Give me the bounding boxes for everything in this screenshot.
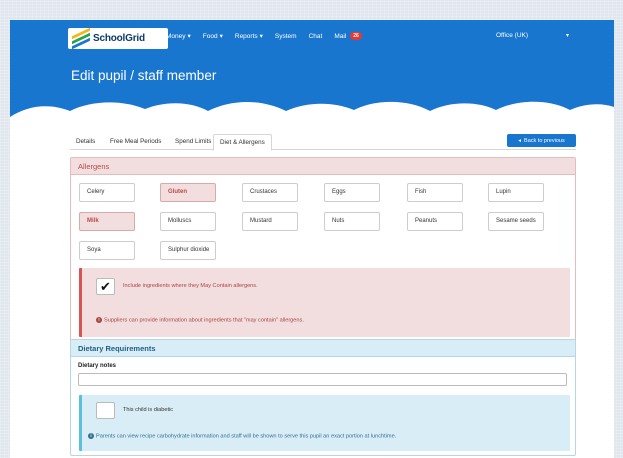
nav-mail-label: Mail [334, 32, 347, 40]
top-navbar: SchoolGrid Money ▾ Food ▾ Reports ▾ Syst… [10, 20, 614, 54]
allergen-celery[interactable]: Celery [79, 183, 135, 202]
allergen-milk[interactable]: Milk [79, 212, 135, 231]
nav-food[interactable]: Food ▾ [202, 32, 223, 41]
diabetic-info-alert: This child is diabetic i Parents can view… [79, 395, 570, 451]
allergen-lupin[interactable]: Lupin [488, 183, 544, 202]
office-selector[interactable]: Office (UK) [496, 32, 528, 39]
allergen-sulphur-dioxide[interactable]: Sulphur dioxide [160, 241, 216, 260]
caret-down-icon: ▾ [259, 33, 263, 40]
allergen-mustard[interactable]: Mustard [242, 212, 298, 231]
cloud-edge-decoration [10, 101, 614, 125]
exclamation-circle-icon: ! [96, 317, 102, 323]
tab-details[interactable]: Details [70, 134, 101, 150]
allergen-nuts[interactable]: Nuts [324, 212, 380, 231]
may-contain-label: Include ingredients where they May Conta… [123, 283, 258, 289]
allergen-peanuts[interactable]: Peanuts [407, 212, 463, 231]
office-caret-icon[interactable]: ▾ [566, 32, 569, 39]
dietary-panel-title: Dietary Requirements [71, 340, 575, 357]
may-contain-checkbox[interactable]: ✔ [96, 278, 115, 295]
allergens-panel: Allergens Celery Gluten Crustaces Eggs F… [70, 157, 576, 347]
nav-money[interactable]: Money ▾ [166, 32, 191, 41]
suppliers-info-text: ! Suppliers can provide information about… [96, 317, 304, 323]
tab-bar: Details Free Meal Periods Spend Limits D… [70, 134, 576, 151]
allergen-gluten[interactable]: Gluten [160, 183, 216, 202]
mail-count-badge: 26 [350, 32, 362, 40]
allergen-fish[interactable]: Fish [407, 183, 463, 202]
nav-system-label: System [274, 32, 297, 40]
carbohydrate-info-text: i Parents can view recipe carbohydrate in… [88, 433, 396, 439]
allergen-eggs[interactable]: Eggs [324, 183, 380, 202]
nav-chat[interactable]: Chat [309, 32, 323, 40]
allergens-panel-title: Allergens [71, 158, 575, 175]
nav-money-label: Money [166, 32, 186, 40]
carbohydrate-info-label: Parents can view recipe carbohydrate inf… [96, 433, 397, 440]
dietary-notes-input[interactable] [78, 373, 567, 386]
back-button-label: Back to previous [524, 137, 565, 144]
nav-mail[interactable]: Mail 26 [334, 32, 362, 40]
dietary-notes-label: Dietary notes [78, 363, 117, 369]
allergen-crustaces[interactable]: Crustaces [242, 183, 298, 202]
nav-reports-label: Reports [234, 32, 258, 40]
allergen-soya[interactable]: Soya [79, 241, 135, 260]
brand-logo[interactable]: SchoolGrid [68, 27, 168, 50]
nav-chat-label: Chat [308, 32, 323, 40]
info-circle-icon: i [88, 433, 94, 439]
tab-diet-allergens[interactable]: Diet & Allergens [213, 134, 272, 151]
chevron-left-icon: ◂ [518, 137, 522, 144]
allergen-sesame-seeds[interactable]: Sesame seeds [488, 212, 544, 231]
nav-menu: Money ▾ Food ▾ Reports ▾ System Chat Mai… [166, 32, 362, 40]
back-to-previous-button[interactable]: ◂ Back to previous [507, 134, 576, 147]
diabetic-label: This child is diabetic [123, 407, 174, 413]
nav-food-label: Food [202, 32, 218, 40]
may-contain-alert: ✔ Include ingredients where they May Con… [79, 268, 570, 337]
suppliers-info-label: Suppliers can provide information about … [104, 317, 304, 324]
tab-spend-limits[interactable]: Spend Limits [169, 134, 217, 150]
brand-name: SchoolGrid [93, 33, 145, 44]
page-title: Edit pupil / staff member [71, 68, 217, 83]
schoolgrid-logo-icon [72, 27, 90, 50]
caret-down-icon: ▾ [187, 33, 191, 40]
tab-free-meal-periods[interactable]: Free Meal Periods [104, 134, 167, 150]
diabetic-checkbox[interactable] [96, 402, 115, 419]
nav-system[interactable]: System [275, 32, 297, 40]
allergen-molluscs[interactable]: Molluscs [160, 212, 216, 231]
app-window: SchoolGrid Money ▾ Food ▾ Reports ▾ Syst… [10, 20, 614, 458]
caret-down-icon: ▾ [219, 33, 223, 40]
dietary-requirements-panel: Dietary Requirements Dietary notes This … [70, 339, 576, 456]
nav-reports[interactable]: Reports ▾ [234, 32, 263, 41]
